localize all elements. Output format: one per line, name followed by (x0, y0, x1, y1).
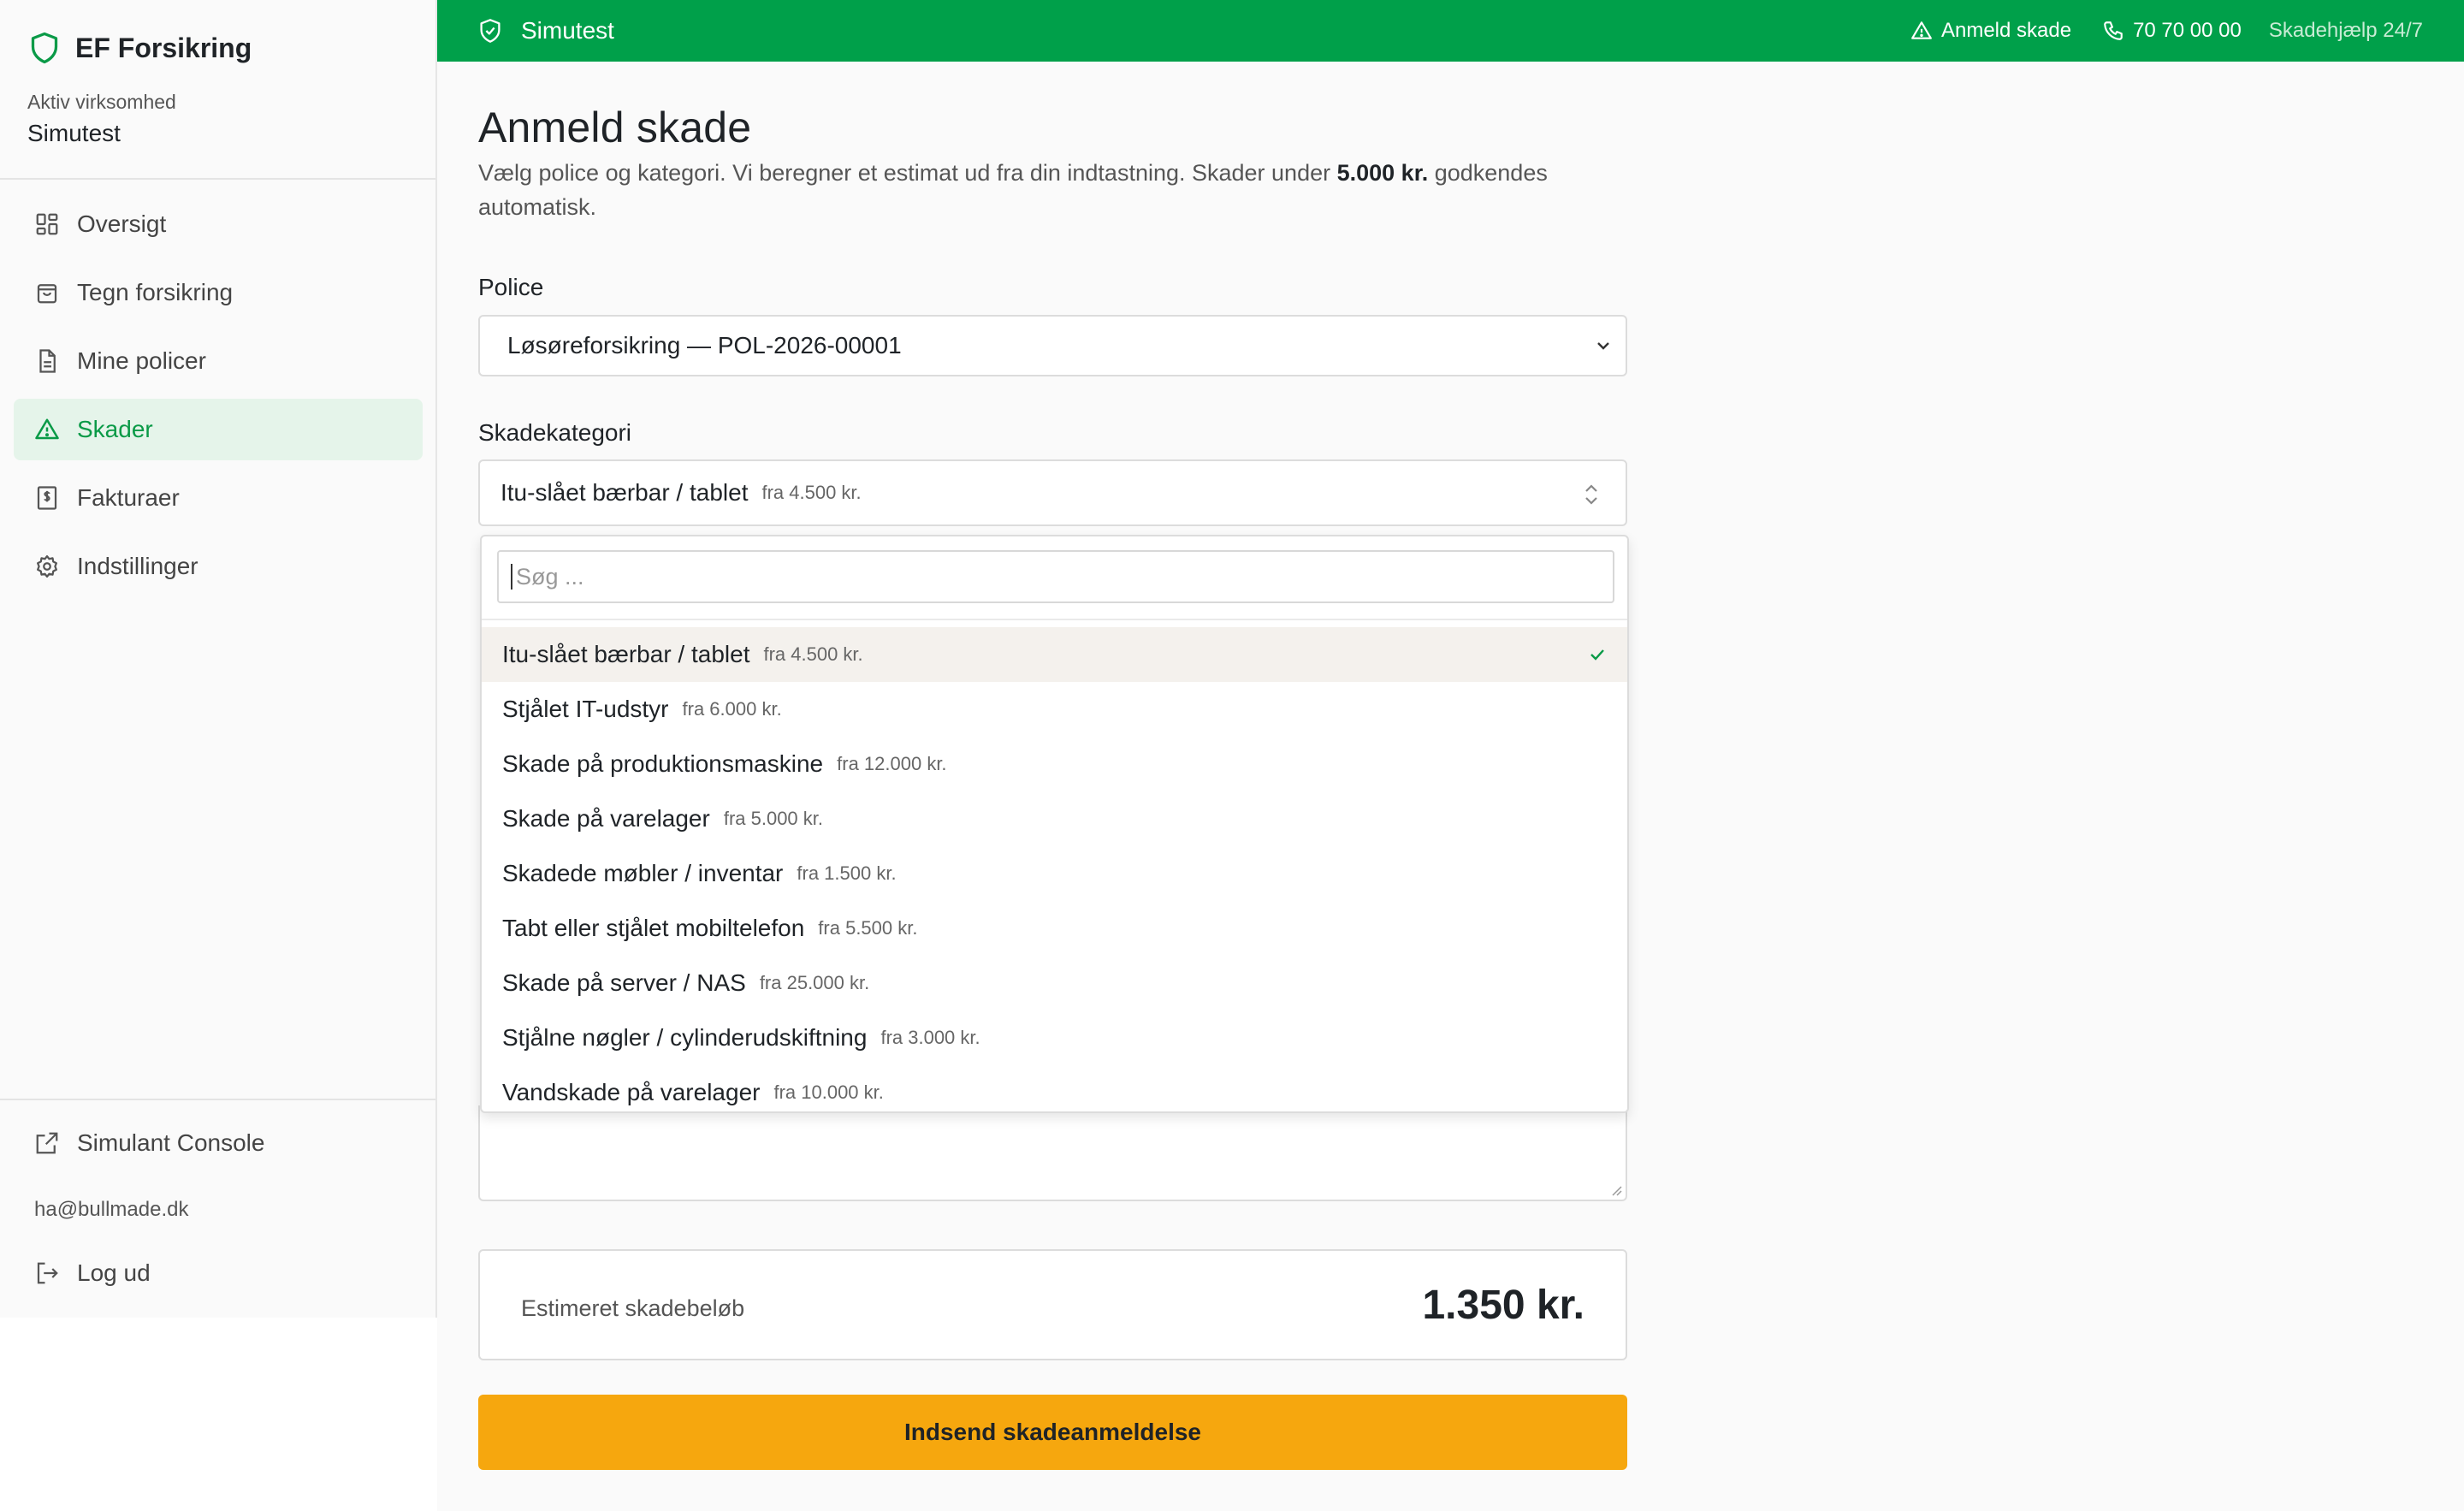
shopping-bag-icon (37, 284, 57, 304)
category-dropdown: Søg ... Itu-slået bærbar / tablet fra 4.… (480, 535, 1629, 1113)
topbar: Simutest Anmeld skade 70 70 00 00 Skadeh… (437, 0, 2464, 62)
active-org-label: Aktiv virksomhed (27, 91, 176, 113)
shield-check-icon (480, 19, 500, 43)
police-select[interactable]: Løsøreforsikring — POL-2026-00001 (478, 315, 1627, 376)
phone-number: 70 70 00 00 (2133, 19, 2242, 42)
user-email: ha@bullmade.dk (34, 1198, 189, 1221)
category-option[interactable]: Skadede møbler / inventar fra 1.500 kr. (482, 846, 1627, 901)
sidebar-item-label: Fakturaer (77, 484, 180, 511)
topbar-title: Simutest (478, 0, 614, 62)
description-textarea[interactable] (478, 1105, 1627, 1201)
topbar-actions: Anmeld skade 70 70 00 00 Skadehjælp 24/7 (1880, 0, 2423, 62)
sidebar-item-indstillinger[interactable]: Indstillinger (14, 536, 423, 597)
warning-icon (35, 418, 59, 440)
brand-name: EF Forsikring (75, 32, 252, 63)
category-selected-label: Itu-slået bærbar / tablet (500, 479, 749, 506)
text-caret (511, 564, 512, 590)
auto-approve-threshold: 5.000 kr. (1336, 160, 1429, 186)
dashboard-icon (36, 213, 58, 235)
police-label: Police (478, 274, 544, 300)
gear-icon (37, 555, 57, 578)
sidebar: EF Forsikring Aktiv virksomhed Simutest … (0, 0, 437, 1318)
category-option[interactable]: Stjålet IT-udstyr fra 6.000 kr. (482, 682, 1627, 737)
check-icon (1590, 649, 1604, 661)
chevron-up-down-icon (1585, 484, 1597, 505)
logout-button[interactable]: Log ud (14, 1242, 423, 1304)
external-link-icon (36, 1132, 58, 1154)
category-selected-price: fra 4.500 kr. (761, 482, 862, 503)
dropdown-divider (482, 619, 1627, 620)
sidebar-item-skader[interactable]: Skader (14, 399, 423, 460)
brand[interactable]: EF Forsikring (29, 31, 252, 65)
sidebar-item-label: Tegn forsikring (77, 279, 234, 305)
resize-handle-icon[interactable] (1608, 1182, 1622, 1196)
topbar-title-text: Simutest (521, 17, 614, 44)
category-combobox[interactable]: Itu-slået bærbar / tablet fra 4.500 kr. (478, 459, 1627, 526)
sidebar-item-label: Skader (77, 416, 153, 442)
damage-help-text: Skadehjælp 24/7 (2268, 19, 2423, 42)
page-description: Vælg police og kategori. Vi beregner et … (478, 160, 1548, 220)
phone-icon (2104, 21, 2123, 40)
category-option[interactable]: Vandskade på varelager fra 10.000 kr. (482, 1065, 1627, 1111)
category-search-input[interactable]: Søg ... (497, 550, 1614, 603)
sidebar-divider (0, 178, 435, 180)
sidebar-item-fakturaer[interactable]: Fakturaer (14, 467, 423, 529)
estimate-label: Estimeret skadebeløb (521, 1295, 745, 1321)
shield-logo-icon (31, 32, 58, 64)
document-icon (39, 349, 56, 373)
category-options-list: Itu-slået bærbar / tablet fra 4.500 kr. … (482, 627, 1627, 1111)
category-option[interactable]: Stjålne nøgler / cylinderudskiftning fra… (482, 1010, 1627, 1065)
police-selected-value: Løsøreforsikring — POL-2026-00001 (507, 332, 902, 358)
simulant-console-label: Simulant Console (77, 1129, 265, 1156)
search-placeholder: Søg ... (516, 563, 584, 590)
report-damage-label: Anmeld skade (1940, 19, 2072, 42)
estimate-value: 1.350 kr. (1422, 1283, 1584, 1328)
submit-claim-button[interactable]: Indsend skadeanmeldelse (478, 1395, 1627, 1470)
phone-link[interactable]: 70 70 00 00 (2102, 19, 2242, 43)
sidebar-item-mine-policer[interactable]: Mine policer (14, 330, 423, 392)
chevron-down-icon (1597, 342, 1609, 350)
invoice-icon (37, 486, 57, 510)
active-org-name: Simutest (27, 120, 121, 146)
category-option[interactable]: Skade på server / NAS fra 25.000 kr. (482, 956, 1627, 1010)
category-option[interactable]: Tabt eller stjålet mobiltelefon fra 5.50… (482, 901, 1627, 956)
report-damage-link[interactable]: Anmeld skade (1910, 19, 2071, 43)
category-option[interactable]: Itu-slået bærbar / tablet fra 4.500 kr. (482, 627, 1627, 682)
sidebar-bottom-divider (0, 1099, 435, 1100)
category-label: Skadekategori (478, 419, 632, 446)
warning-icon (1911, 21, 1932, 39)
logout-icon (37, 1262, 58, 1284)
sidebar-item-label: Indstillinger (77, 553, 198, 579)
sidebar-item-tegn-forsikring[interactable]: Tegn forsikring (14, 262, 423, 323)
category-option[interactable]: Skade på varelager fra 5.000 kr. (482, 791, 1627, 846)
sidebar-item-oversigt[interactable]: Oversigt (14, 193, 423, 255)
sidebar-item-label: Mine policer (77, 347, 206, 374)
estimate-box: Estimeret skadebeløb 1.350 kr. (478, 1249, 1627, 1360)
logout-label: Log ud (77, 1259, 151, 1286)
page-title: Anmeld skade (478, 104, 752, 151)
category-option[interactable]: Skade på produktionsmaskine fra 12.000 k… (482, 737, 1627, 791)
simulant-console-link[interactable]: Simulant Console (14, 1112, 423, 1174)
sidebar-item-label: Oversigt (77, 210, 167, 237)
